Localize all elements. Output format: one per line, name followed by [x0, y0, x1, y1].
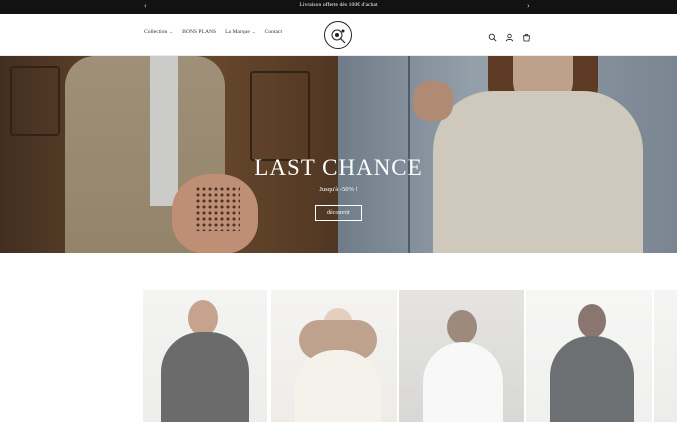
header-icons	[488, 29, 531, 42]
chevron-down-icon: ⌄	[169, 29, 174, 34]
hero-subtitle: Jusqu'à -50% !	[319, 186, 358, 193]
main-nav: Collection ⌄ BONS PLANS La Marque ⌄ Cont…	[144, 29, 282, 35]
nav-item-bons-plans[interactable]: BONS PLANS	[182, 29, 216, 35]
nav-item-la-marque[interactable]: La Marque ⌄	[225, 29, 255, 35]
cart-icon[interactable]	[522, 29, 531, 42]
chevron-down-icon: ⌄	[251, 29, 256, 34]
product-card[interactable]	[526, 290, 652, 422]
product-carousel	[143, 290, 677, 422]
account-icon[interactable]	[505, 29, 514, 42]
announcement-next-arrow-icon[interactable]: ›	[527, 1, 530, 11]
nav-item-label: Contact	[264, 29, 283, 35]
product-card[interactable]	[399, 290, 524, 422]
nav-item-label: BONS PLANS	[182, 29, 217, 35]
nav-item-label: La Marque	[225, 29, 250, 35]
site-header: Collection ⌄ BONS PLANS La Marque ⌄ Cont…	[0, 14, 677, 56]
product-card[interactable]	[654, 290, 677, 422]
announcement-bar: ‹ Livraison offerte dès 100€ d'achat ›	[0, 0, 677, 14]
nav-item-collection[interactable]: Collection ⌄	[144, 29, 173, 35]
brand-logo[interactable]	[324, 21, 352, 49]
hero-title: LAST CHANCE	[254, 155, 423, 180]
nav-item-label: Collection	[144, 29, 168, 35]
nav-item-contact[interactable]: Contact	[265, 29, 282, 35]
search-icon[interactable]	[488, 29, 497, 42]
hero-banner: LAST CHANCE Jusqu'à -50% ! découvrir	[0, 56, 677, 253]
product-card[interactable]	[271, 290, 397, 422]
announcement-message: Livraison offerte dès 100€ d'achat	[299, 2, 378, 8]
product-card[interactable]	[143, 290, 267, 422]
logo-emblem-icon	[331, 29, 346, 44]
discover-button[interactable]: découvrir	[315, 205, 362, 221]
